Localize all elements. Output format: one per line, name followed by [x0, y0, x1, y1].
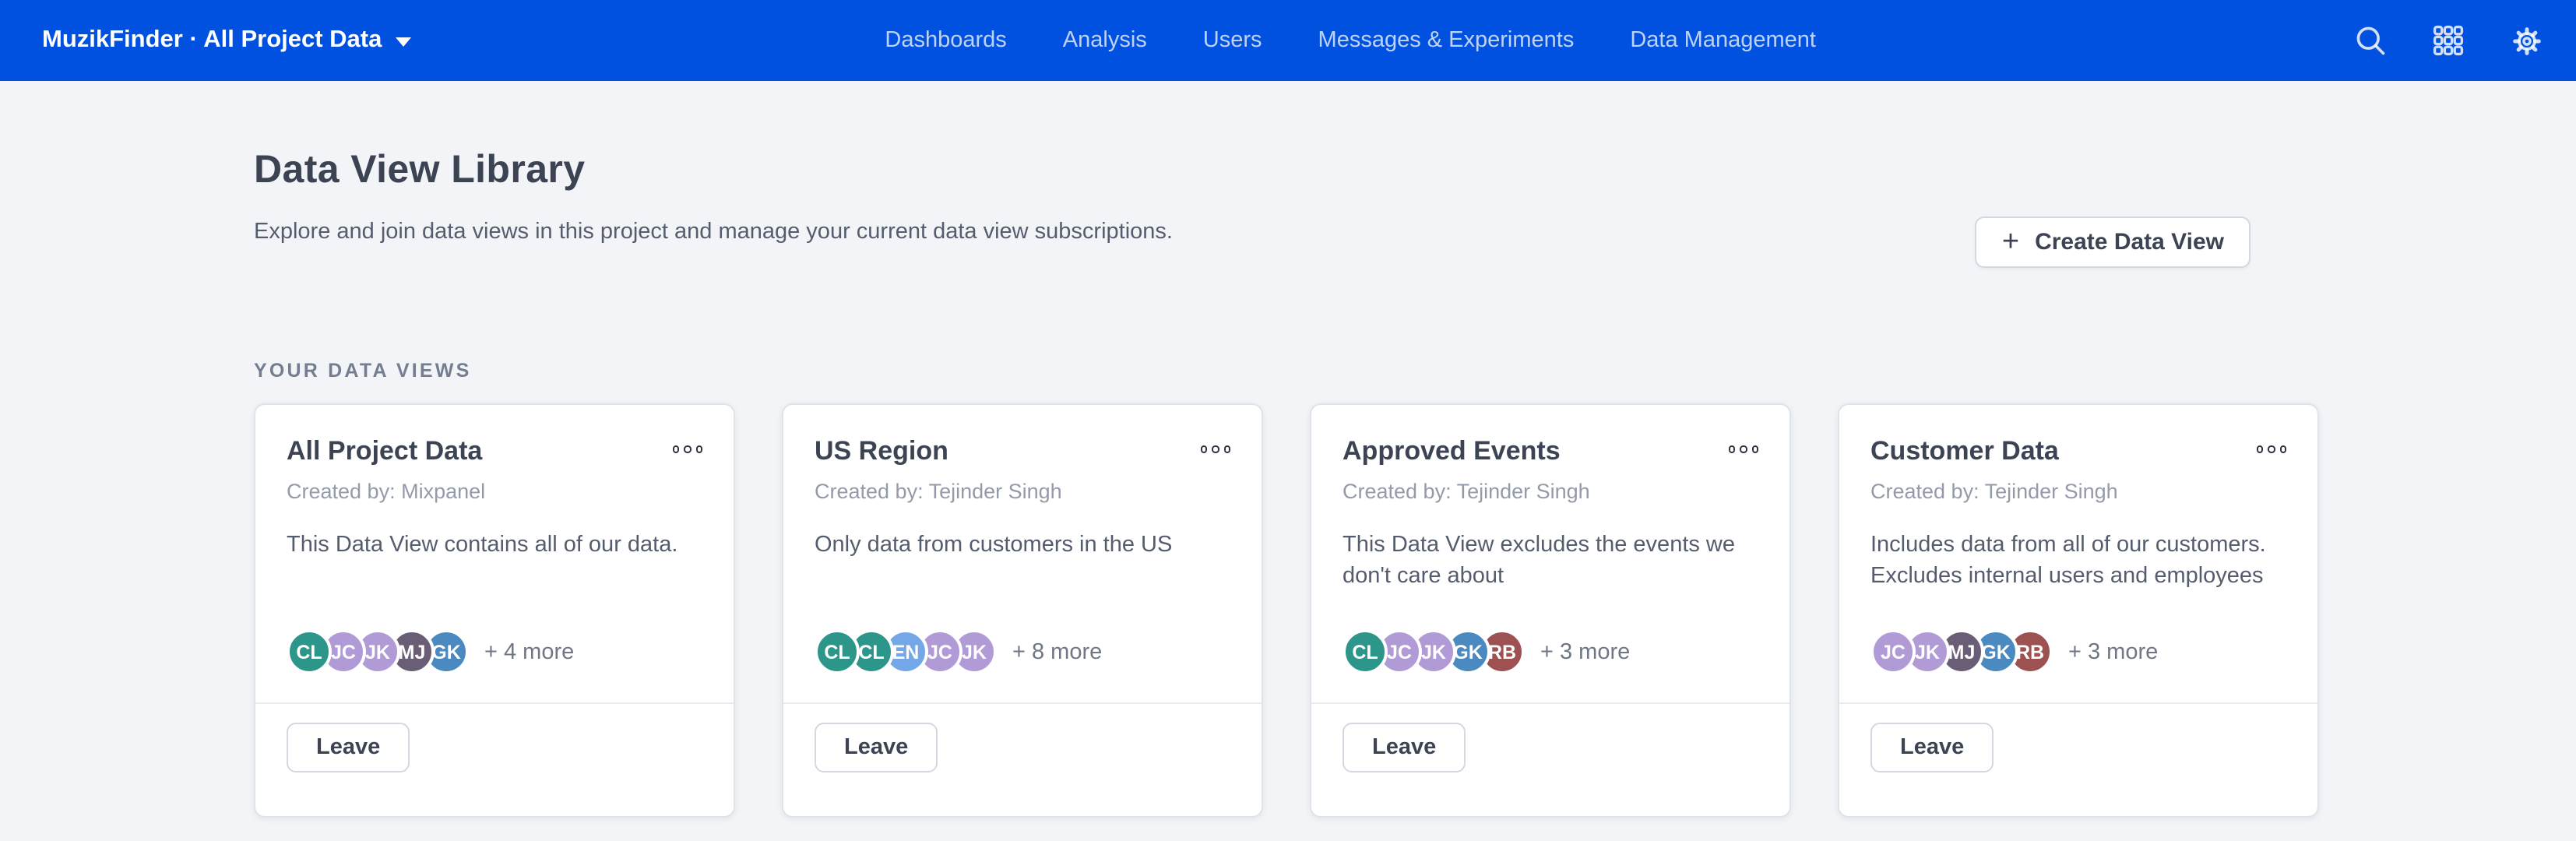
avatar-row: CL JC JK GK RB + 3 more	[1343, 629, 1758, 674]
ellipsis-icon	[1200, 445, 1230, 452]
data-view-cards-row: All Project Data Created by: Mixpanel Th…	[254, 403, 2319, 818]
data-view-card: Approved Events Created by: Tejinder Sin…	[1310, 403, 1791, 818]
project-switcher-label: MuzikFinder · All Project Data	[42, 26, 382, 55]
avatar: JC	[1870, 629, 1916, 674]
card-created-by: Created by: Tejinder Singh	[1870, 480, 2286, 503]
main-content: Data View Library Explore and join data …	[0, 148, 2576, 818]
page-title: Data View Library	[254, 148, 1173, 193]
card-footer: Leave	[255, 702, 734, 816]
search-icon	[2353, 23, 2388, 58]
card-description: This Data View excludes the events we do…	[1343, 530, 1758, 593]
avatar: CL	[815, 629, 860, 674]
card-menu-button[interactable]	[2256, 436, 2286, 459]
card-footer: Leave	[1311, 702, 1789, 816]
settings-gear-icon	[2508, 23, 2544, 58]
nav-item-data-management[interactable]: Data Management	[1630, 28, 1816, 53]
card-menu-button[interactable]	[1200, 436, 1230, 459]
ellipsis-icon	[2256, 445, 2286, 452]
avatar-row: CL CL EN JC JK + 8 more	[815, 629, 1230, 674]
topbar-icons	[2352, 22, 2545, 59]
page-subtitle: Explore and join data views in this proj…	[254, 220, 1173, 245]
card-title: All Project Data	[287, 436, 482, 467]
create-data-view-label: Create Data View	[2035, 229, 2224, 255]
ellipsis-icon	[672, 445, 702, 452]
avatar-more-label: + 3 more	[2068, 639, 2158, 664]
apps-grid-button[interactable]	[2430, 22, 2467, 59]
card-description: Only data from customers in the US	[815, 530, 1230, 561]
leave-button[interactable]: Leave	[1870, 723, 1994, 772]
avatar: CL	[1343, 629, 1388, 674]
card-footer: Leave	[783, 702, 1262, 816]
nav-item-analysis[interactable]: Analysis	[1063, 28, 1147, 53]
data-view-card: US Region Created by: Tejinder Singh Onl…	[782, 403, 1263, 818]
plus-icon: +	[2002, 231, 2019, 253]
card-body: All Project Data Created by: Mixpanel Th…	[255, 405, 734, 702]
card-created-by: Created by: Tejinder Singh	[1343, 480, 1758, 503]
nav-item-dashboards[interactable]: Dashboards	[885, 28, 1006, 53]
nav-item-users[interactable]: Users	[1203, 28, 1262, 53]
ellipsis-icon	[1728, 445, 1758, 452]
search-button[interactable]	[2352, 22, 2389, 59]
card-menu-button[interactable]	[1728, 436, 1758, 459]
card-body: Approved Events Created by: Tejinder Sin…	[1311, 405, 1789, 702]
card-body: Customer Data Created by: Tejinder Singh…	[1839, 405, 2317, 702]
avatar-more-label: + 3 more	[1540, 639, 1630, 664]
card-created-by: Created by: Mixpanel	[287, 480, 702, 503]
card-menu-button[interactable]	[672, 436, 702, 459]
avatar-more-label: + 4 more	[484, 639, 574, 664]
card-body: US Region Created by: Tejinder Singh Onl…	[783, 405, 1262, 702]
card-title: Customer Data	[1870, 436, 2059, 467]
settings-button[interactable]	[2507, 22, 2545, 59]
card-description: This Data View contains all of our data.	[287, 530, 702, 561]
card-created-by: Created by: Tejinder Singh	[815, 480, 1230, 503]
page-header-text: Data View Library Explore and join data …	[254, 148, 1173, 245]
card-footer: Leave	[1839, 702, 2317, 816]
leave-button[interactable]: Leave	[815, 723, 938, 772]
main-nav: Dashboards Analysis Users Messages & Exp…	[349, 28, 2352, 53]
card-title: Approved Events	[1343, 436, 1561, 467]
page-header: Data View Library Explore and join data …	[254, 148, 2319, 245]
page: MuzikFinder · All Project Data Dashboard…	[0, 0, 2576, 841]
data-view-card: All Project Data Created by: Mixpanel Th…	[254, 403, 735, 818]
card-description: Includes data from all of our customers.…	[1870, 530, 2286, 593]
create-data-view-button[interactable]: + Create Data View	[1976, 216, 2250, 268]
data-view-card: Customer Data Created by: Tejinder Singh…	[1838, 403, 2319, 818]
topbar: MuzikFinder · All Project Data Dashboard…	[0, 0, 2576, 81]
avatar: CL	[287, 629, 332, 674]
card-title: US Region	[815, 436, 948, 467]
avatar-more-label: + 8 more	[1012, 639, 1102, 664]
leave-button[interactable]: Leave	[287, 723, 410, 772]
avatar-row: CL JC JK MJ GK + 4 more	[287, 629, 702, 674]
apps-grid-icon	[2431, 23, 2465, 58]
nav-item-messages-experiments[interactable]: Messages & Experiments	[1318, 28, 1575, 53]
avatar-row: JC JK MJ GK RB + 3 more	[1870, 629, 2286, 674]
leave-button[interactable]: Leave	[1343, 723, 1466, 772]
section-label-your-data-views: YOUR DATA VIEWS	[254, 360, 2319, 382]
